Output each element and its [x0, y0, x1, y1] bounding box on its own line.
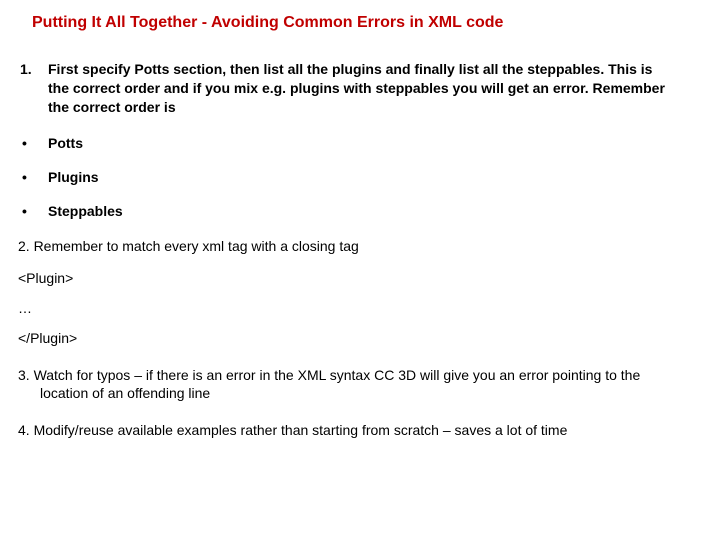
bullet-label: Steppables	[48, 203, 123, 219]
list-item-3: 3. Watch for typos – if there is an erro…	[18, 366, 702, 404]
bullet-mark: •	[18, 203, 48, 219]
list-text: 4. Modify/reuse available examples rathe…	[18, 421, 702, 440]
bullet-mark: •	[18, 169, 48, 185]
bullet-item-plugins: • Plugins	[18, 169, 702, 185]
list-text: 3. Watch for typos – if there is an erro…	[18, 366, 702, 404]
bullet-mark: •	[18, 135, 48, 151]
list-item-4: 4. Modify/reuse available examples rathe…	[18, 421, 702, 440]
slide-title: Putting It All Together - Avoiding Commo…	[32, 14, 702, 32]
bullet-label: Potts	[48, 135, 83, 151]
code-open-tag: <Plugin>	[18, 270, 702, 286]
bullet-item-steppables: • Steppables	[18, 203, 702, 219]
list-item-1: 1. First specify Potts section, then lis…	[18, 60, 702, 117]
list-item-2: 2. Remember to match every xml tag with …	[18, 237, 702, 256]
bullet-item-potts: • Potts	[18, 135, 702, 151]
list-number: 1.	[18, 60, 48, 117]
list-text: First specify Potts section, then list a…	[48, 60, 702, 117]
code-close-tag: </Plugin>	[18, 330, 702, 346]
bullet-label: Plugins	[48, 169, 99, 185]
code-ellipsis: …	[18, 300, 702, 316]
